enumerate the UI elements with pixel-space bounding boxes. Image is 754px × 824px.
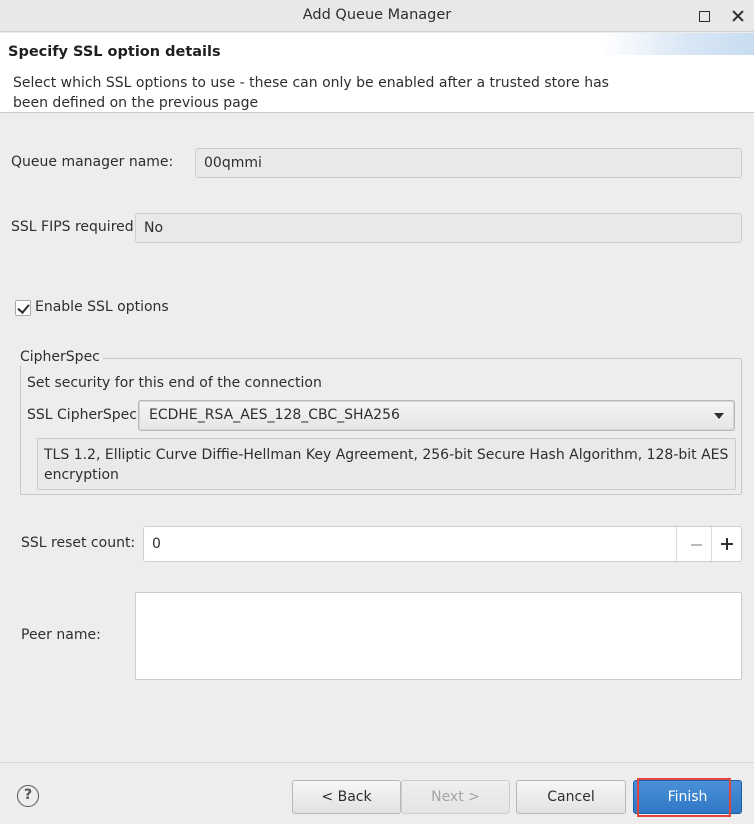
help-icon[interactable]: ?	[17, 785, 39, 807]
enable-ssl-checkbox[interactable]	[15, 300, 31, 316]
cipherspec-description: Set security for this end of the connect…	[27, 375, 322, 391]
chevron-down-icon	[714, 413, 724, 419]
header-gradient	[604, 33, 754, 55]
peer-name-input[interactable]	[135, 592, 742, 680]
footer-divider	[0, 762, 754, 763]
cancel-button[interactable]: Cancel	[516, 780, 626, 814]
cipherspec-selected: ECDHE_RSA_AES_128_CBC_SHA256	[149, 407, 400, 423]
plus-icon[interactable]	[712, 527, 742, 561]
cipherspec-group-title: CipherSpec	[20, 349, 103, 365]
close-icon[interactable]	[730, 8, 746, 24]
reset-count-label: SSL reset count:	[21, 535, 136, 551]
peer-name-label: Peer name:	[21, 627, 101, 643]
page-description: Select which SSL options to use - these …	[13, 75, 609, 111]
finish-highlight	[637, 778, 731, 817]
wizard-header: Specify SSL option details Select which …	[0, 33, 754, 113]
back-button[interactable]: < Back	[292, 780, 401, 814]
window-title: Add Queue Manager	[302, 7, 452, 23]
page-heading: Specify SSL option details	[8, 44, 221, 60]
fips-field: No	[135, 213, 742, 243]
queue-manager-label: Queue manager name:	[11, 154, 174, 170]
maximize-icon[interactable]	[696, 8, 712, 24]
cipherspec-label: SSL CipherSpec:	[27, 407, 142, 423]
next-button[interactable]: Next >	[401, 780, 510, 814]
fips-label: SSL FIPS required:	[11, 219, 139, 235]
cipherspec-details: TLS 1.2, Elliptic Curve Diffie-Hellman K…	[37, 438, 736, 490]
reset-count-spinner[interactable]: 0	[143, 526, 742, 562]
queue-manager-field: 00qmmi	[195, 148, 742, 178]
title-bar: Add Queue Manager	[0, 0, 754, 32]
cipherspec-dropdown[interactable]: ECDHE_RSA_AES_128_CBC_SHA256	[138, 400, 735, 431]
enable-ssl-label[interactable]: Enable SSL options	[35, 299, 169, 315]
minus-icon[interactable]	[682, 527, 712, 561]
spinner-separator	[676, 527, 677, 561]
reset-count-value[interactable]: 0	[152, 536, 161, 552]
